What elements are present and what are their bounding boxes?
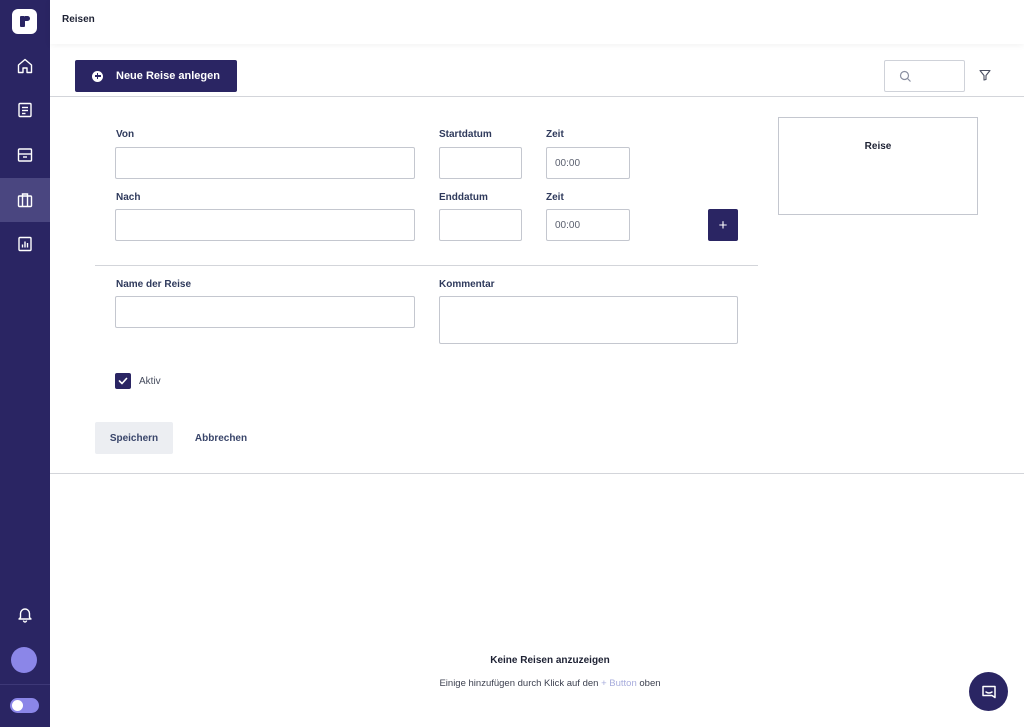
- top-bar: Reisen: [50, 0, 1024, 44]
- from-label: Von: [116, 129, 135, 140]
- start-date-field[interactable]: [439, 147, 522, 179]
- plus-circle-icon: [92, 70, 103, 82]
- form-divider: [95, 265, 758, 266]
- trip-preview-card: Reise: [778, 117, 978, 215]
- home-icon: [17, 58, 33, 74]
- start-time-field[interactable]: [546, 147, 630, 179]
- toolbar-divider: [50, 96, 1024, 97]
- chat-button[interactable]: [969, 672, 1008, 711]
- comment-field[interactable]: [439, 296, 738, 344]
- active-checkbox[interactable]: [115, 373, 131, 389]
- filter-icon[interactable]: [979, 69, 991, 81]
- checkmark-icon: [118, 377, 128, 385]
- notifications-button[interactable]: [0, 592, 50, 636]
- empty-state-text-after: oben: [639, 678, 661, 689]
- start-date-label: Startdatum: [439, 129, 492, 140]
- empty-state-title: Keine Reisen anzuzeigen: [490, 655, 610, 666]
- to-field[interactable]: [115, 209, 415, 241]
- section-divider: [50, 473, 1024, 474]
- from-field[interactable]: [115, 147, 415, 179]
- report-icon: [18, 236, 32, 252]
- user-avatar[interactable]: [11, 647, 37, 673]
- save-button[interactable]: Speichern: [95, 422, 173, 454]
- theme-toggle[interactable]: [10, 698, 39, 713]
- sidebar-item-trips[interactable]: [0, 178, 50, 222]
- page-title: Reisen: [62, 14, 95, 25]
- empty-state-text-before: Einige hinzufügen durch Klick auf den: [439, 678, 599, 689]
- trip-name-label: Name der Reise: [116, 279, 192, 290]
- search-icon: [899, 70, 911, 82]
- search-input[interactable]: [884, 60, 965, 92]
- active-label: Aktiv: [139, 376, 161, 387]
- end-date-label: Enddatum: [439, 192, 488, 203]
- sidebar: [0, 0, 50, 727]
- trip-preview-title: Reise: [864, 141, 892, 152]
- cancel-button[interactable]: Abbrechen: [183, 422, 259, 454]
- briefcase-icon: [17, 193, 33, 208]
- sidebar-item-home[interactable]: [0, 44, 50, 88]
- new-trip-button[interactable]: Neue Reise anlegen: [75, 60, 237, 92]
- trip-name-field[interactable]: [115, 296, 415, 328]
- app-logo[interactable]: [12, 9, 37, 34]
- end-time-label: Zeit: [546, 192, 564, 203]
- sidebar-item-reports[interactable]: [0, 222, 50, 266]
- empty-state-link[interactable]: + Button: [601, 678, 637, 689]
- bell-icon: [18, 608, 32, 623]
- empty-state-text: Einige hinzufügen durch Klick auf den + …: [350, 678, 750, 689]
- sidebar-divider: [0, 684, 50, 685]
- chat-icon: [981, 685, 996, 698]
- sidebar-item-documents[interactable]: [0, 88, 50, 132]
- start-time-label: Zeit: [546, 129, 564, 140]
- end-time-field[interactable]: [546, 209, 630, 241]
- add-stop-button[interactable]: +: [708, 209, 738, 241]
- sidebar-item-inbox[interactable]: [0, 133, 50, 177]
- new-trip-button-label: Neue Reise anlegen: [116, 70, 220, 82]
- to-label: Nach: [116, 192, 141, 203]
- inbox-icon: [17, 148, 33, 162]
- end-date-field[interactable]: [439, 209, 522, 241]
- document-icon: [18, 102, 32, 118]
- comment-label: Kommentar: [439, 279, 495, 290]
